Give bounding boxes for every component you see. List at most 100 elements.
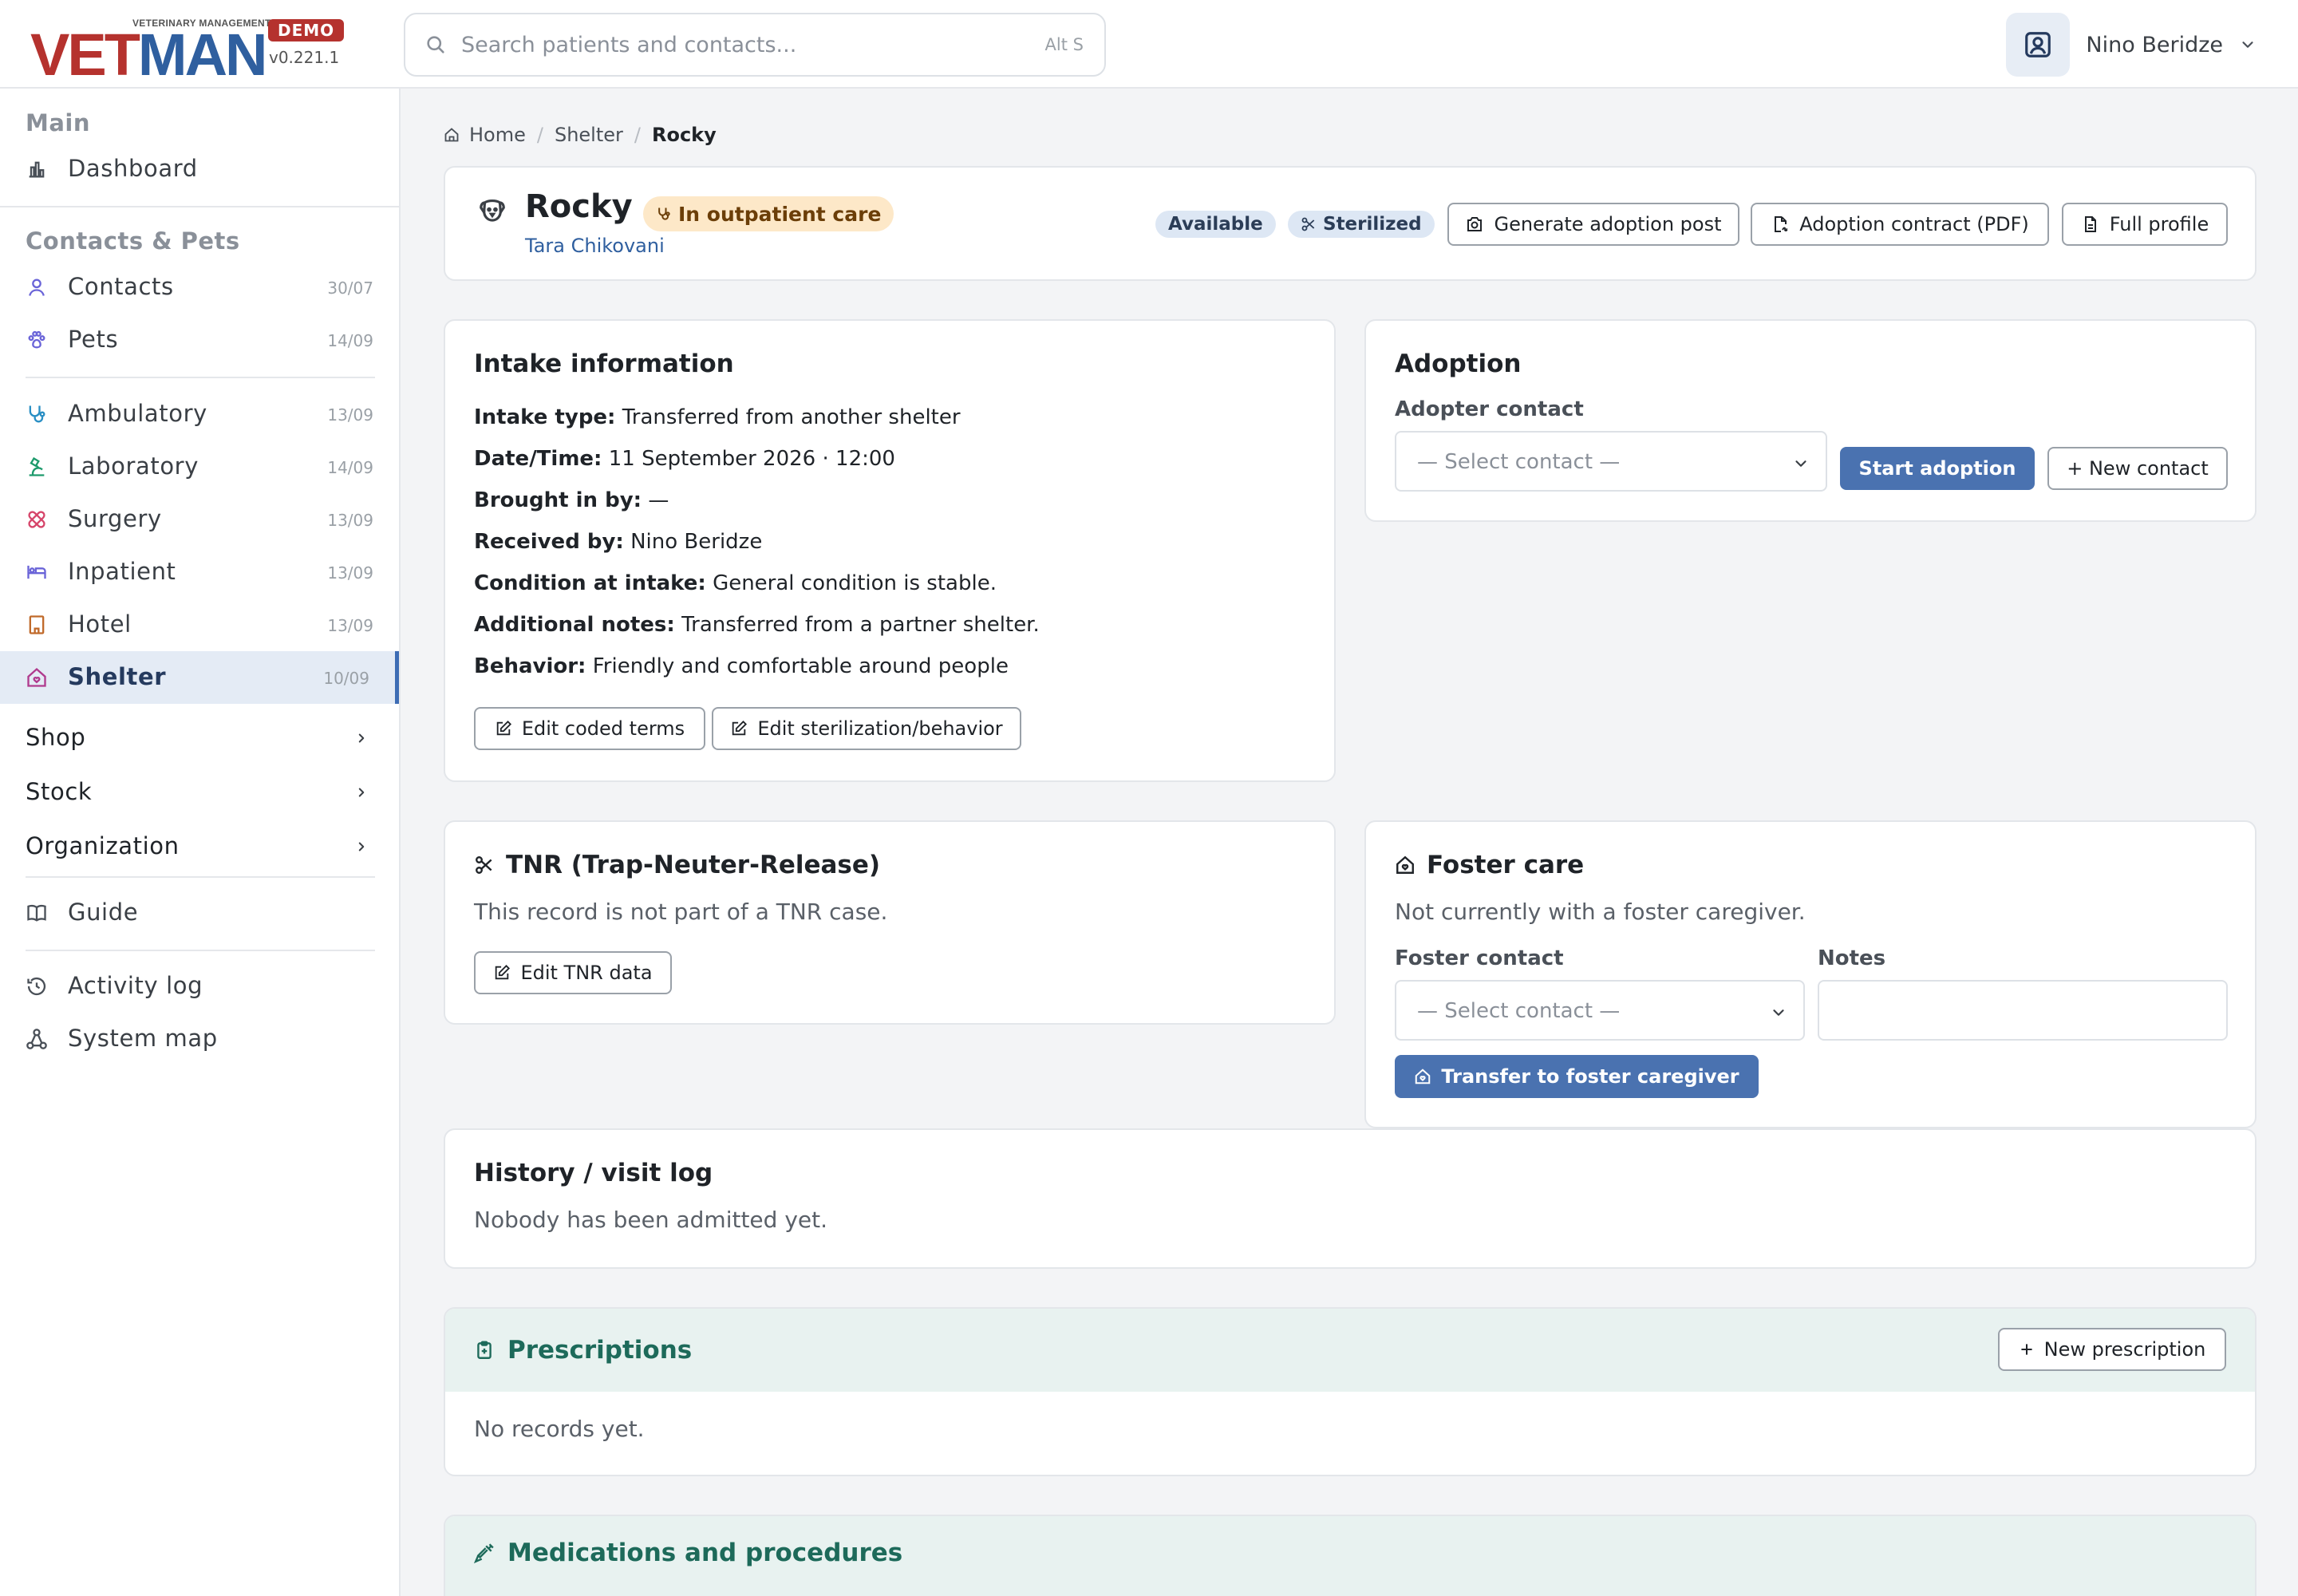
sidebar-item-shelter[interactable]: Shelter 10/09 xyxy=(0,651,399,704)
sidebar-item-pets[interactable]: Pets 14/09 xyxy=(0,314,399,366)
adoption-contract-button[interactable]: Adoption contract (PDF) xyxy=(1751,203,2049,246)
edit-tnr-button[interactable]: Edit TNR data xyxy=(474,951,672,994)
chevron-down-icon[interactable] xyxy=(2239,36,2257,53)
edit-coded-terms-button[interactable]: Edit coded terms xyxy=(474,707,705,750)
sidebar-item-laboratory[interactable]: Laboratory 14/09 xyxy=(0,440,399,493)
breadcrumb-separator: / xyxy=(536,124,543,146)
new-contact-button[interactable]: + New contact xyxy=(2047,447,2228,490)
sidebar-item-date: 10/09 xyxy=(323,669,369,688)
sidebar-item-guide[interactable]: Guide xyxy=(0,887,399,939)
home-heart-icon xyxy=(1414,1068,1431,1085)
chevron-right-icon xyxy=(354,839,369,854)
start-adoption-button[interactable]: Start adoption xyxy=(1840,447,2035,490)
owner-link[interactable]: Tara Chikovani xyxy=(525,235,665,257)
sitemap-icon xyxy=(26,1028,48,1050)
intake-value: 11 September 2026 · 12:00 xyxy=(608,447,895,471)
paw-icon xyxy=(26,329,48,351)
divider xyxy=(26,950,375,951)
sidebar-item-label: Pets xyxy=(68,326,119,353)
app-logo[interactable]: VETERINARY MANAGEMENT VETMAN DEMO v0.221… xyxy=(30,14,349,85)
intake-key: Condition at intake: xyxy=(474,571,706,595)
patient-name: Rocky xyxy=(525,188,633,225)
user-name: Nino Beridze xyxy=(2086,32,2223,57)
breadcrumb-current: Rocky xyxy=(651,124,717,146)
sidebar-item-hotel[interactable]: Hotel 13/09 xyxy=(0,598,399,651)
intake-value: General condition is stable. xyxy=(713,571,997,595)
sidebar-group-shop[interactable]: Shop xyxy=(0,712,399,764)
medications-panel: Medications and procedures xyxy=(444,1515,2257,1596)
intake-row: Condition at intake: General condition i… xyxy=(474,571,997,595)
home-heart-icon xyxy=(1395,855,1416,875)
sidebar-item-label: Dashboard xyxy=(68,155,198,182)
prescriptions-panel: Prescriptions New prescription No record… xyxy=(444,1307,2257,1476)
microscope-icon xyxy=(26,456,48,478)
button-label: Edit coded terms xyxy=(521,717,685,740)
edit-icon xyxy=(730,720,748,737)
adopter-contact-select[interactable]: — Select contact — xyxy=(1395,431,1827,492)
prescriptions-title: Prescriptions xyxy=(474,1336,692,1365)
sidebar-item-inpatient[interactable]: Inpatient 13/09 xyxy=(0,546,399,598)
sidebar-item-label: Contacts xyxy=(68,273,174,300)
intake-key: Date/Time: xyxy=(474,447,602,471)
user-menu[interactable]: Nino Beridze xyxy=(2006,13,2257,77)
scissors-icon xyxy=(1301,216,1317,232)
intake-value: Nino Beridze xyxy=(630,530,763,554)
intake-row: Received by: Nino Beridze xyxy=(474,530,762,554)
sidebar-item-label: Shelter xyxy=(68,663,167,690)
chevron-down-icon xyxy=(1792,455,1810,472)
sidebar-item-system-map[interactable]: System map xyxy=(0,1013,399,1065)
foster-notes-input[interactable] xyxy=(1818,980,2228,1041)
history-empty-text: Nobody has been admitted yet. xyxy=(474,1207,828,1233)
prescriptions-title-text: Prescriptions xyxy=(507,1336,693,1365)
sidebar-group-label: Stock xyxy=(26,778,93,805)
generate-adoption-post-button[interactable]: Generate adoption post xyxy=(1447,203,1739,246)
demo-badge: DEMO xyxy=(268,19,345,41)
edit-icon xyxy=(493,964,511,982)
button-label: Full profile xyxy=(2109,213,2209,235)
prescriptions-header: Prescriptions New prescription xyxy=(445,1309,2255,1392)
medications-header: Medications and procedures xyxy=(445,1516,2255,1596)
sidebar-item-ambulatory[interactable]: Ambulatory 13/09 xyxy=(0,388,399,440)
search-icon xyxy=(424,34,447,56)
home-heart-icon xyxy=(26,666,48,689)
logo-wordmark: VETMAN xyxy=(30,22,267,88)
hotel-icon xyxy=(26,614,48,636)
transfer-to-foster-button[interactable]: Transfer to foster caregiver xyxy=(1395,1055,1759,1098)
sidebar-item-dashboard[interactable]: Dashboard xyxy=(0,143,399,196)
foster-contact-select[interactable]: — Select contact — xyxy=(1395,980,1805,1041)
intake-row: Behavior: Friendly and comfortable aroun… xyxy=(474,654,1009,678)
intake-key: Additional notes: xyxy=(474,613,675,637)
sidebar-item-activity-log[interactable]: Activity log xyxy=(0,960,399,1013)
search-input[interactable] xyxy=(461,27,1004,62)
intake-row: Brought in by: — xyxy=(474,488,669,512)
edit-sterilization-button[interactable]: Edit sterilization/behavior xyxy=(712,707,1021,750)
history-card: History / visit log Nobody has been admi… xyxy=(444,1128,2257,1269)
tnr-status-text: This record is not part of a TNR case. xyxy=(474,899,888,925)
bar-chart-icon xyxy=(26,158,48,180)
divider xyxy=(26,876,375,878)
intake-value: Transferred from a partner shelter. xyxy=(681,613,1040,637)
intake-title: Intake information xyxy=(474,350,734,378)
avatar[interactable] xyxy=(2006,13,2071,77)
new-prescription-button[interactable]: New prescription xyxy=(1998,1328,2226,1371)
sidebar-group-organization[interactable]: Organization xyxy=(0,820,399,873)
adoption-card: Adoption Adopter contact — Select contac… xyxy=(1364,319,2257,522)
select-value: — Select contact — xyxy=(1417,450,1621,474)
dog-icon xyxy=(477,196,507,227)
sidebar-item-contacts[interactable]: Contacts 30/07 xyxy=(0,261,399,314)
sidebar-item-date: 13/09 xyxy=(327,616,373,635)
sidebar-item-label: Ambulatory xyxy=(68,400,207,427)
button-label: Adoption contract (PDF) xyxy=(1799,213,2029,235)
breadcrumb-shelter[interactable]: Shelter xyxy=(555,124,623,146)
book-icon xyxy=(26,902,48,924)
edit-icon xyxy=(495,720,512,737)
sidebar-group-stock[interactable]: Stock xyxy=(0,766,399,819)
chevron-right-icon xyxy=(354,731,369,745)
full-profile-button[interactable]: Full profile xyxy=(2062,203,2228,246)
top-bar: VETERINARY MANAGEMENT VETMAN DEMO v0.221… xyxy=(0,0,2298,89)
global-search[interactable]: Alt S xyxy=(404,13,1106,77)
sidebar-item-date: 13/09 xyxy=(327,405,373,425)
prescriptions-empty-text: No records yet. xyxy=(474,1416,645,1442)
breadcrumb-home[interactable]: Home xyxy=(469,124,526,146)
sidebar-item-surgery[interactable]: Surgery 13/09 xyxy=(0,493,399,546)
